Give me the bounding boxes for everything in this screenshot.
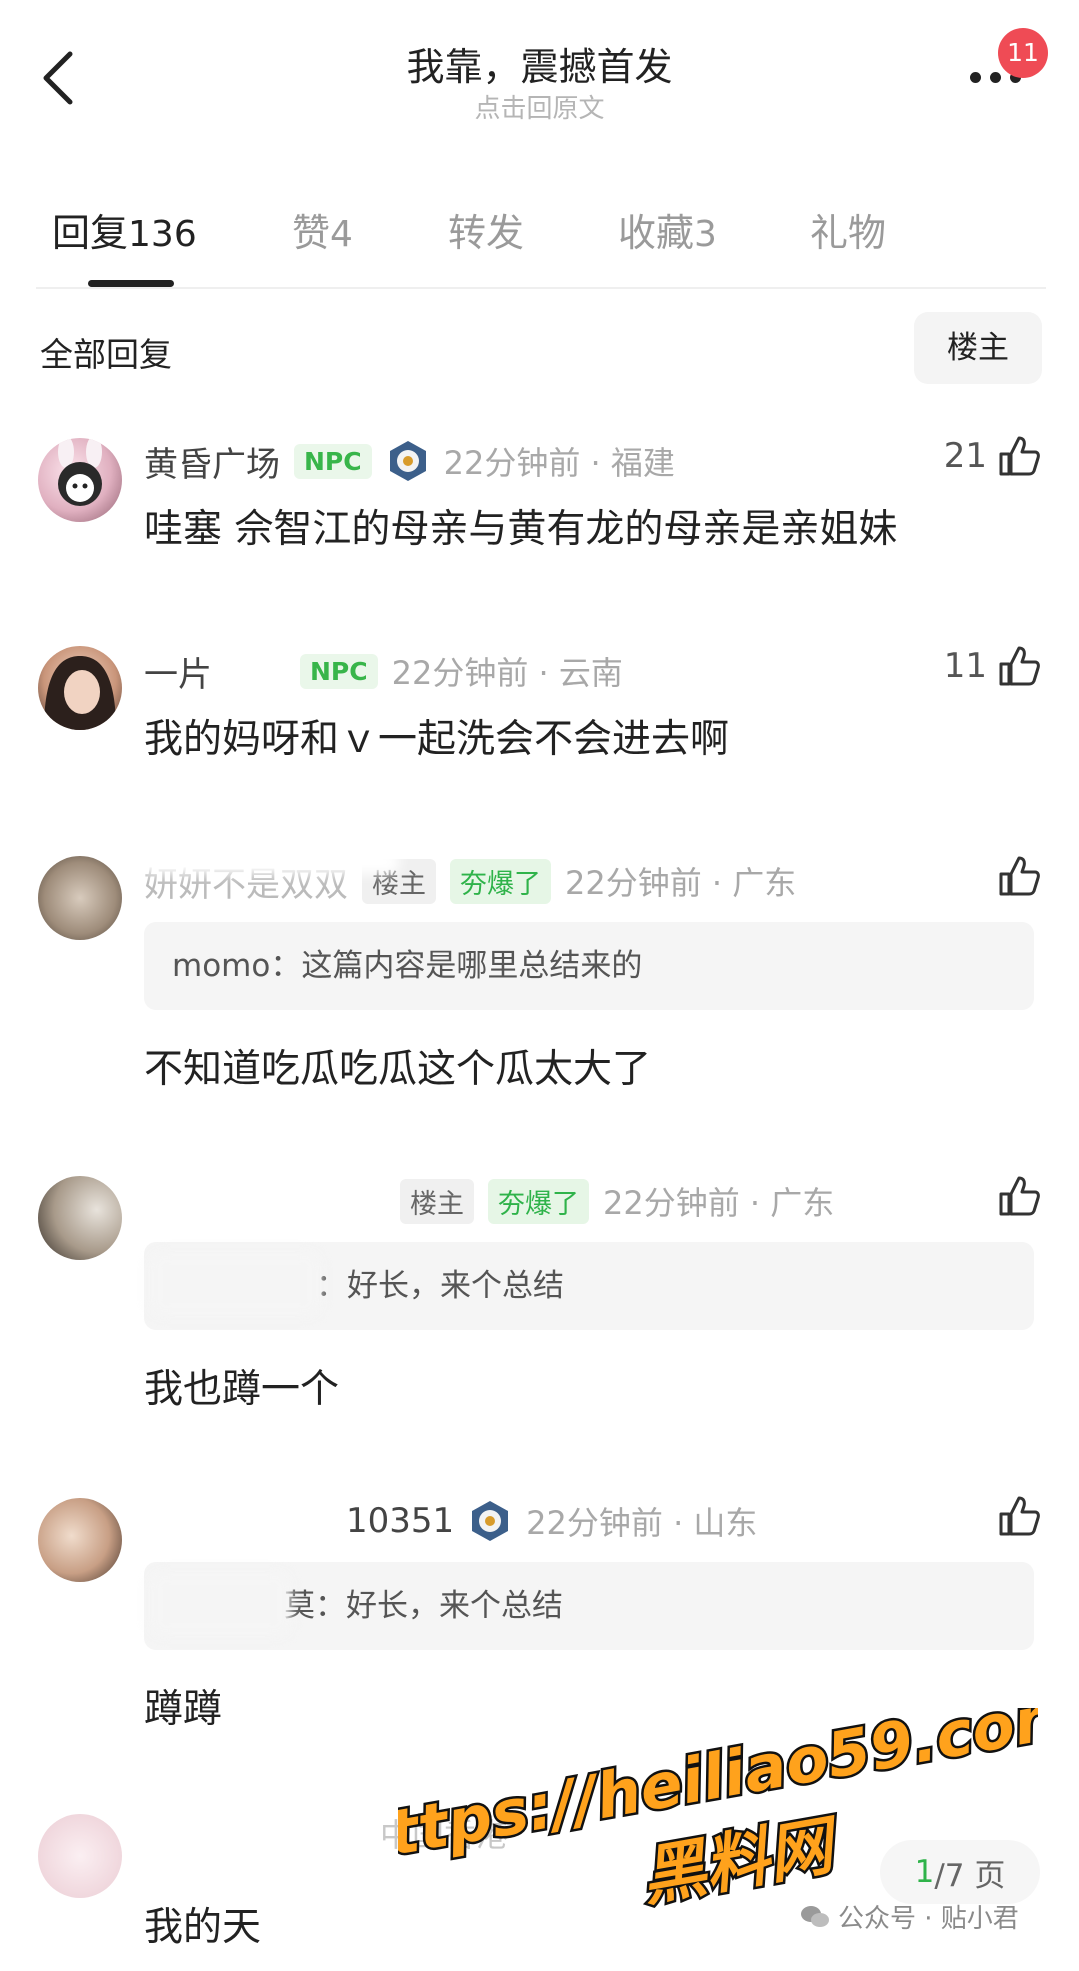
username[interactable]: 10351 — [346, 1501, 454, 1541]
thumbs-up-icon — [999, 646, 1040, 686]
comment-text: 蹲蹲 — [144, 1687, 223, 1732]
tab-label: 收藏 — [618, 211, 695, 255]
tab-label: 赞 — [292, 211, 331, 255]
divider — [36, 287, 1046, 289]
tab-replies[interactable]: 回复136 — [52, 202, 197, 257]
avatar[interactable] — [38, 1176, 122, 1260]
comment-text: 哇塞 佘智江的母亲与黄有龙的母亲是亲姐妹 — [144, 507, 898, 552]
comment-time-location: 22分钟前 · 云南 — [391, 654, 623, 692]
comment-time-location: 22分钟前 · 广东 — [565, 864, 797, 902]
quoted-reply[interactable]: momo：这篇内容是哪里总结来的 — [144, 922, 1034, 1010]
back-to-original-link[interactable]: 点击回原文 — [0, 88, 1079, 125]
notification-badge: 11 — [998, 28, 1048, 78]
like-button[interactable] — [997, 1494, 1041, 1538]
comment-text: 不知道吃瓜吃瓜这个瓜太大了 — [144, 1047, 652, 1092]
thumbs-up-icon — [999, 436, 1040, 476]
section-title: 全部回复 — [40, 335, 172, 374]
hot-tag: 夯爆了 — [450, 858, 551, 904]
op-tag: 楼主 — [400, 1178, 474, 1224]
tab-label: 转发 — [448, 211, 525, 255]
like-count: 11 — [943, 646, 987, 686]
thumbs-up-icon — [999, 1496, 1040, 1536]
tab-label: 回复 — [52, 211, 129, 255]
tab-forwards[interactable]: 转发 — [448, 202, 524, 257]
thumbs-up-icon — [999, 856, 1040, 896]
page-indicator[interactable]: 1/7 页 — [880, 1840, 1040, 1904]
avatar[interactable] — [38, 1498, 122, 1582]
hot-tag: 夯爆了 — [488, 1178, 589, 1224]
tab-favorites[interactable]: 收藏3 — [618, 202, 717, 257]
username[interactable]: 黄昏广场 — [144, 437, 280, 486]
tab-gifts[interactable]: 礼物 — [810, 202, 886, 257]
npc-tag: NPC — [294, 443, 372, 479]
active-tab-indicator — [88, 280, 174, 287]
avatar[interactable] — [38, 646, 122, 730]
like-button[interactable]: 11 — [944, 644, 1041, 688]
username[interactable]: 一片 — [144, 647, 212, 696]
wechat-account-label: 公众号 · 贴小君 — [838, 1904, 1019, 1934]
avatar[interactable] — [38, 1814, 122, 1898]
current-page: 1 — [914, 1854, 935, 1890]
comment-text: 我也蹲一个 — [144, 1367, 340, 1412]
tab-count: 3 — [694, 214, 717, 255]
medal-icon — [389, 441, 426, 481]
comment-time-location: 22分钟前 · 山东 — [526, 1504, 758, 1542]
avatar[interactable] — [38, 438, 122, 522]
op-only-filter-button[interactable]: 楼主 — [914, 312, 1042, 384]
thumbs-up-icon — [999, 1176, 1040, 1216]
wechat-icon — [801, 1905, 829, 1927]
tab-likes[interactable]: 赞4 — [292, 202, 353, 257]
like-button[interactable] — [997, 854, 1041, 898]
tab-count: 136 — [128, 214, 197, 255]
like-button[interactable]: 21 — [944, 434, 1041, 478]
wechat-footer: 公众号 · 贴小君 — [800, 1898, 1019, 1935]
like-count: 21 — [943, 436, 987, 476]
total-pages: /7 页 — [934, 1857, 1006, 1894]
npc-tag: NPC — [300, 653, 378, 689]
tab-label: 礼物 — [810, 211, 887, 255]
comment-text: 我的天 — [144, 1905, 262, 1950]
like-button[interactable] — [997, 1174, 1041, 1218]
page-title: 我靠，震撼首发 — [406, 45, 673, 89]
comment-time-location: 22分钟前 · 福建 — [443, 444, 675, 482]
medal-icon — [472, 1501, 509, 1541]
comment-time-location: 22分钟前 · 广东 — [603, 1184, 835, 1222]
tab-count: 4 — [330, 214, 353, 255]
avatar[interactable] — [38, 856, 122, 940]
comment-text: 我的妈呀和ｖ一起洗会不会进去啊 — [144, 717, 730, 762]
